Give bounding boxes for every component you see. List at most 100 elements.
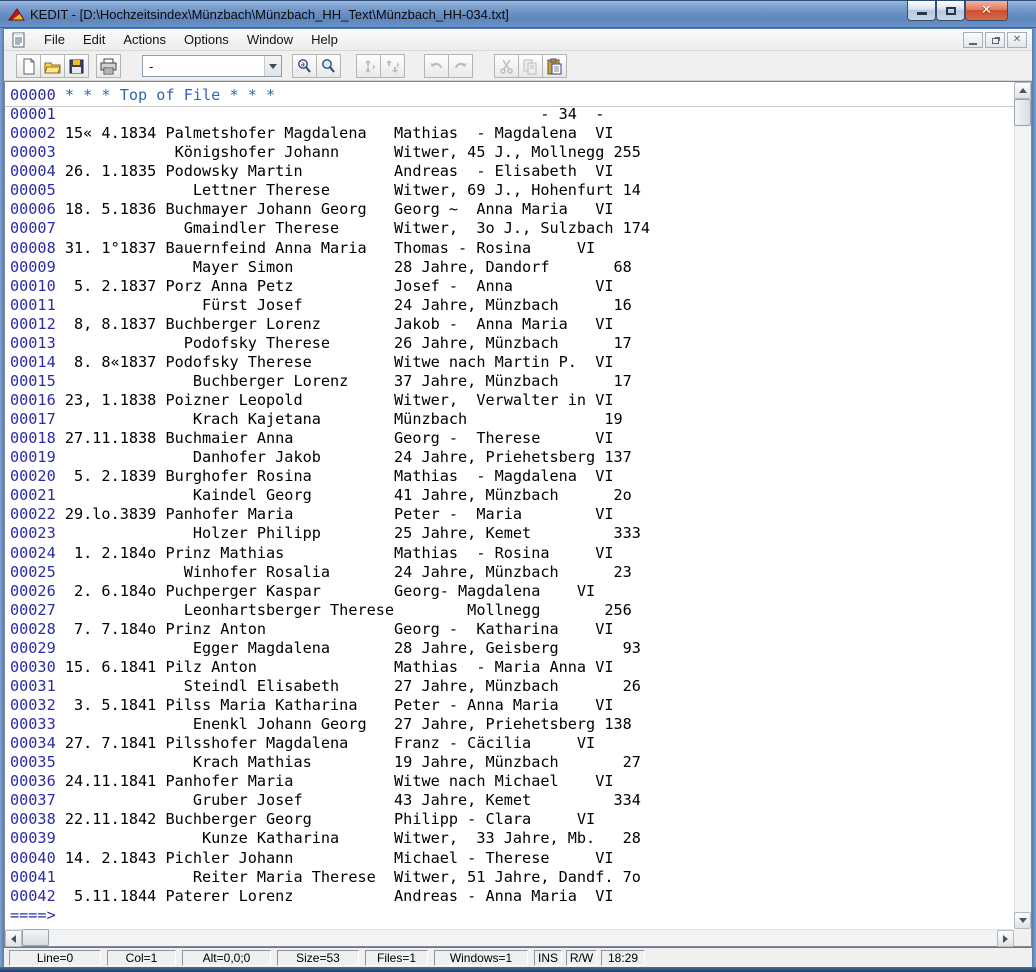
editor-line[interactable]: 00031 Steindl Elisabeth 27 Jahre, Münzba…	[10, 677, 1014, 696]
scroll-right-button[interactable]	[997, 930, 1014, 947]
menu-window[interactable]: Window	[238, 30, 302, 49]
editor-line[interactable]: 00033 Enenkl Johann Georg 27 Jahre, Prie…	[10, 715, 1014, 734]
horizontal-scrollbar[interactable]	[5, 929, 1014, 946]
line-number: 00017	[10, 410, 56, 428]
vertical-scroll-thumb[interactable]	[1014, 99, 1031, 126]
status-alt: Alt=0,0;0	[182, 950, 271, 966]
line-number: 00030	[10, 658, 56, 676]
editor-line[interactable]: 00042 5.11.1844 Paterer Lorenz Andreas -…	[10, 887, 1014, 906]
editor-line[interactable]: 00021 Kaindel Georg 41 Jahre, Münzbach 2…	[10, 486, 1014, 505]
line-text: 24.11.1841 Panhofer Maria Witwe nach Mic…	[56, 772, 614, 790]
editor-line[interactable]: 00029 Egger Magdalena 28 Jahre, Geisberg…	[10, 639, 1014, 658]
menu-help[interactable]: Help	[302, 30, 347, 49]
child-minimize-button[interactable]	[963, 32, 983, 48]
command-line[interactable]: ====>	[10, 906, 1014, 925]
scroll-up-button[interactable]	[1014, 82, 1031, 99]
editor-line[interactable]: 00016 23, 1.1838 Poizner Leopold Witwer,…	[10, 391, 1014, 410]
open-file-button[interactable]	[40, 54, 65, 78]
combobox-dropdown-button[interactable]	[264, 56, 281, 76]
editor-line[interactable]: 00024 1. 2.184o Prinz Mathias Mathias - …	[10, 544, 1014, 563]
maximize-button[interactable]	[936, 1, 965, 21]
editor-line[interactable]: 00018 27.11.1838 Buchmaier Anna Georg - …	[10, 429, 1014, 448]
editor-line[interactable]: 00010 5. 2.1837 Porz Anna Petz Josef - A…	[10, 277, 1014, 296]
editor-line[interactable]: 00035 Krach Mathias 19 Jahre, Münzbach 2…	[10, 753, 1014, 772]
scroll-left-button[interactable]	[5, 930, 22, 947]
editor-line[interactable]: 00013 Podofsky Therese 26 Jahre, Münzbac…	[10, 334, 1014, 353]
line-text: 26. 1.1835 Podowsky Martin Andreas - Eli…	[56, 162, 614, 180]
editor-line[interactable]: 00009 Mayer Simon 28 Jahre, Dandorf 68	[10, 258, 1014, 277]
line-text: 22.11.1842 Buchberger Georg Philipp - Cl…	[56, 810, 595, 828]
editor-line[interactable]: 00030 15. 6.1841 Pilz Anton Mathias - Ma…	[10, 658, 1014, 677]
document-icon[interactable]	[11, 32, 27, 48]
editor-line[interactable]: 00005 Lettner Therese Witwer, 69 J., Hoh…	[10, 181, 1014, 200]
editor-line[interactable]: 00019 Danhofer Jakob 24 Jahre, Priehetsb…	[10, 448, 1014, 467]
command-combobox[interactable]: -	[142, 55, 282, 77]
find-button[interactable]: a	[292, 54, 317, 78]
undo-button[interactable]	[424, 54, 449, 78]
editor-line[interactable]: 00003 Königshofer Johann Witwer, 45 J., …	[10, 143, 1014, 162]
fit-window-alt-button[interactable]	[380, 54, 405, 78]
line-text: 18. 5.1836 Buchmayer Johann Georg Georg …	[56, 200, 614, 218]
line-text: Kaindel Georg 41 Jahre, Münzbach 2o	[56, 486, 632, 504]
editor-line[interactable]: 00017 Krach Kajetana Münzbach 19	[10, 410, 1014, 429]
arrow-down-icon	[1019, 918, 1027, 923]
editor-line[interactable]: 00007 Gmaindler Therese Witwer, 3o J., S…	[10, 219, 1014, 238]
editor-line[interactable]: 00036 24.11.1841 Panhofer Maria Witwe na…	[10, 772, 1014, 791]
editor-line[interactable]: 00028 7. 7.184o Prinz Anton Georg - Kath…	[10, 620, 1014, 639]
editor-line[interactable]: 00015 Buchberger Lorenz 37 Jahre, Münzba…	[10, 372, 1014, 391]
editor-line[interactable]: 00034 27. 7.1841 Pilsshofer Magdalena Fr…	[10, 734, 1014, 753]
copy-button[interactable]	[518, 54, 543, 78]
editor-line[interactable]: 00020 5. 2.1839 Burghofer Rosina Mathias…	[10, 467, 1014, 486]
fit-window-button[interactable]	[356, 54, 381, 78]
find-again-button[interactable]	[316, 54, 341, 78]
editor-line[interactable]: 00032 3. 5.1841 Pilss Maria Katharina Pe…	[10, 696, 1014, 715]
arrow-left-icon	[11, 935, 16, 943]
editor-line[interactable]: 00025 Winhofer Rosalia 24 Jahre, Münzbac…	[10, 563, 1014, 582]
editor-line[interactable]: 00041 Reiter Maria Therese Witwer, 51 Ja…	[10, 868, 1014, 887]
editor-line[interactable]: 00011 Fürst Josef 24 Jahre, Münzbach 16	[10, 296, 1014, 315]
horizontal-scroll-thumb[interactable]	[22, 929, 49, 946]
paste-button[interactable]	[542, 54, 567, 78]
editor-line[interactable]: 00037 Gruber Josef 43 Jahre, Kemet 334	[10, 791, 1014, 810]
editor-line[interactable]: 00008 31. 1°1837 Bauernfeind Anna Maria …	[10, 239, 1014, 258]
editor-line[interactable]: 00023 Holzer Philipp 25 Jahre, Kemet 333	[10, 524, 1014, 543]
menu-file[interactable]: File	[35, 30, 74, 49]
line-number: 00016	[10, 391, 56, 409]
editor-lines[interactable]: 00000 * * * Top of File * * *00001 - 34 …	[5, 82, 1014, 929]
editor-line[interactable]: 00012 8, 8.1837 Buchberger Lorenz Jakob …	[10, 315, 1014, 334]
editor-line[interactable]: 00001 - 34 -	[10, 105, 1014, 124]
svg-text:a: a	[301, 60, 305, 68]
editor-line[interactable]: 00040 14. 2.1843 Pichler Johann Michael …	[10, 849, 1014, 868]
vertical-scrollbar[interactable]	[1014, 82, 1031, 929]
save-file-button[interactable]	[64, 54, 89, 78]
menu-edit[interactable]: Edit	[74, 30, 114, 49]
line-text: 2. 6.184o Puchperger Kaspar Georg- Magda…	[56, 582, 595, 600]
menu-options[interactable]: Options	[175, 30, 238, 49]
print-button[interactable]	[96, 54, 121, 78]
editor-line[interactable]: 00039 Kunze Katharina Witwer, 33 Jahre, …	[10, 829, 1014, 848]
editor-line[interactable]: 00004 26. 1.1835 Podowsky Martin Andreas…	[10, 162, 1014, 181]
line-number: 00039	[10, 829, 56, 847]
cut-button[interactable]	[494, 54, 519, 78]
status-readwrite: R/W	[566, 950, 597, 966]
line-number: 00015	[10, 372, 56, 390]
menu-actions[interactable]: Actions	[114, 30, 175, 49]
close-button[interactable]: ✕	[965, 1, 1008, 21]
child-restore-button[interactable]	[985, 32, 1005, 48]
minimize-button[interactable]	[907, 1, 936, 21]
scroll-down-button[interactable]	[1014, 912, 1031, 929]
editor-line[interactable]: 00022 29.lo.3839 Panhofer Maria Peter - …	[10, 505, 1014, 524]
editor-line[interactable]: 00027 Leonhartsberger Therese Mollnegg 2…	[10, 601, 1014, 620]
editor-line[interactable]: 00002 15« 4.1834 Palmetshofer Magdalena …	[10, 124, 1014, 143]
editor-line[interactable]: 00026 2. 6.184o Puchperger Kaspar Georg-…	[10, 582, 1014, 601]
line-text: Danhofer Jakob 24 Jahre, Priehetsberg 13…	[56, 448, 632, 466]
editor-line[interactable]: 00038 22.11.1842 Buchberger Georg Philip…	[10, 810, 1014, 829]
new-file-button[interactable]	[16, 54, 41, 78]
editor-line[interactable]: 00000 * * * Top of File * * *	[10, 86, 1014, 105]
redo-button[interactable]	[448, 54, 473, 78]
editor-line[interactable]: 00014 8. 8«1837 Podofsky Therese Witwe n…	[10, 353, 1014, 372]
title-bar[interactable]: KEDIT - [D:\Hochzeitsindex\Münzbach\Münz…	[0, 0, 1036, 28]
line-text: Gruber Josef 43 Jahre, Kemet 334	[56, 791, 641, 809]
child-close-button[interactable]: ✕	[1007, 32, 1027, 48]
editor-line[interactable]: 00006 18. 5.1836 Buchmayer Johann Georg …	[10, 200, 1014, 219]
